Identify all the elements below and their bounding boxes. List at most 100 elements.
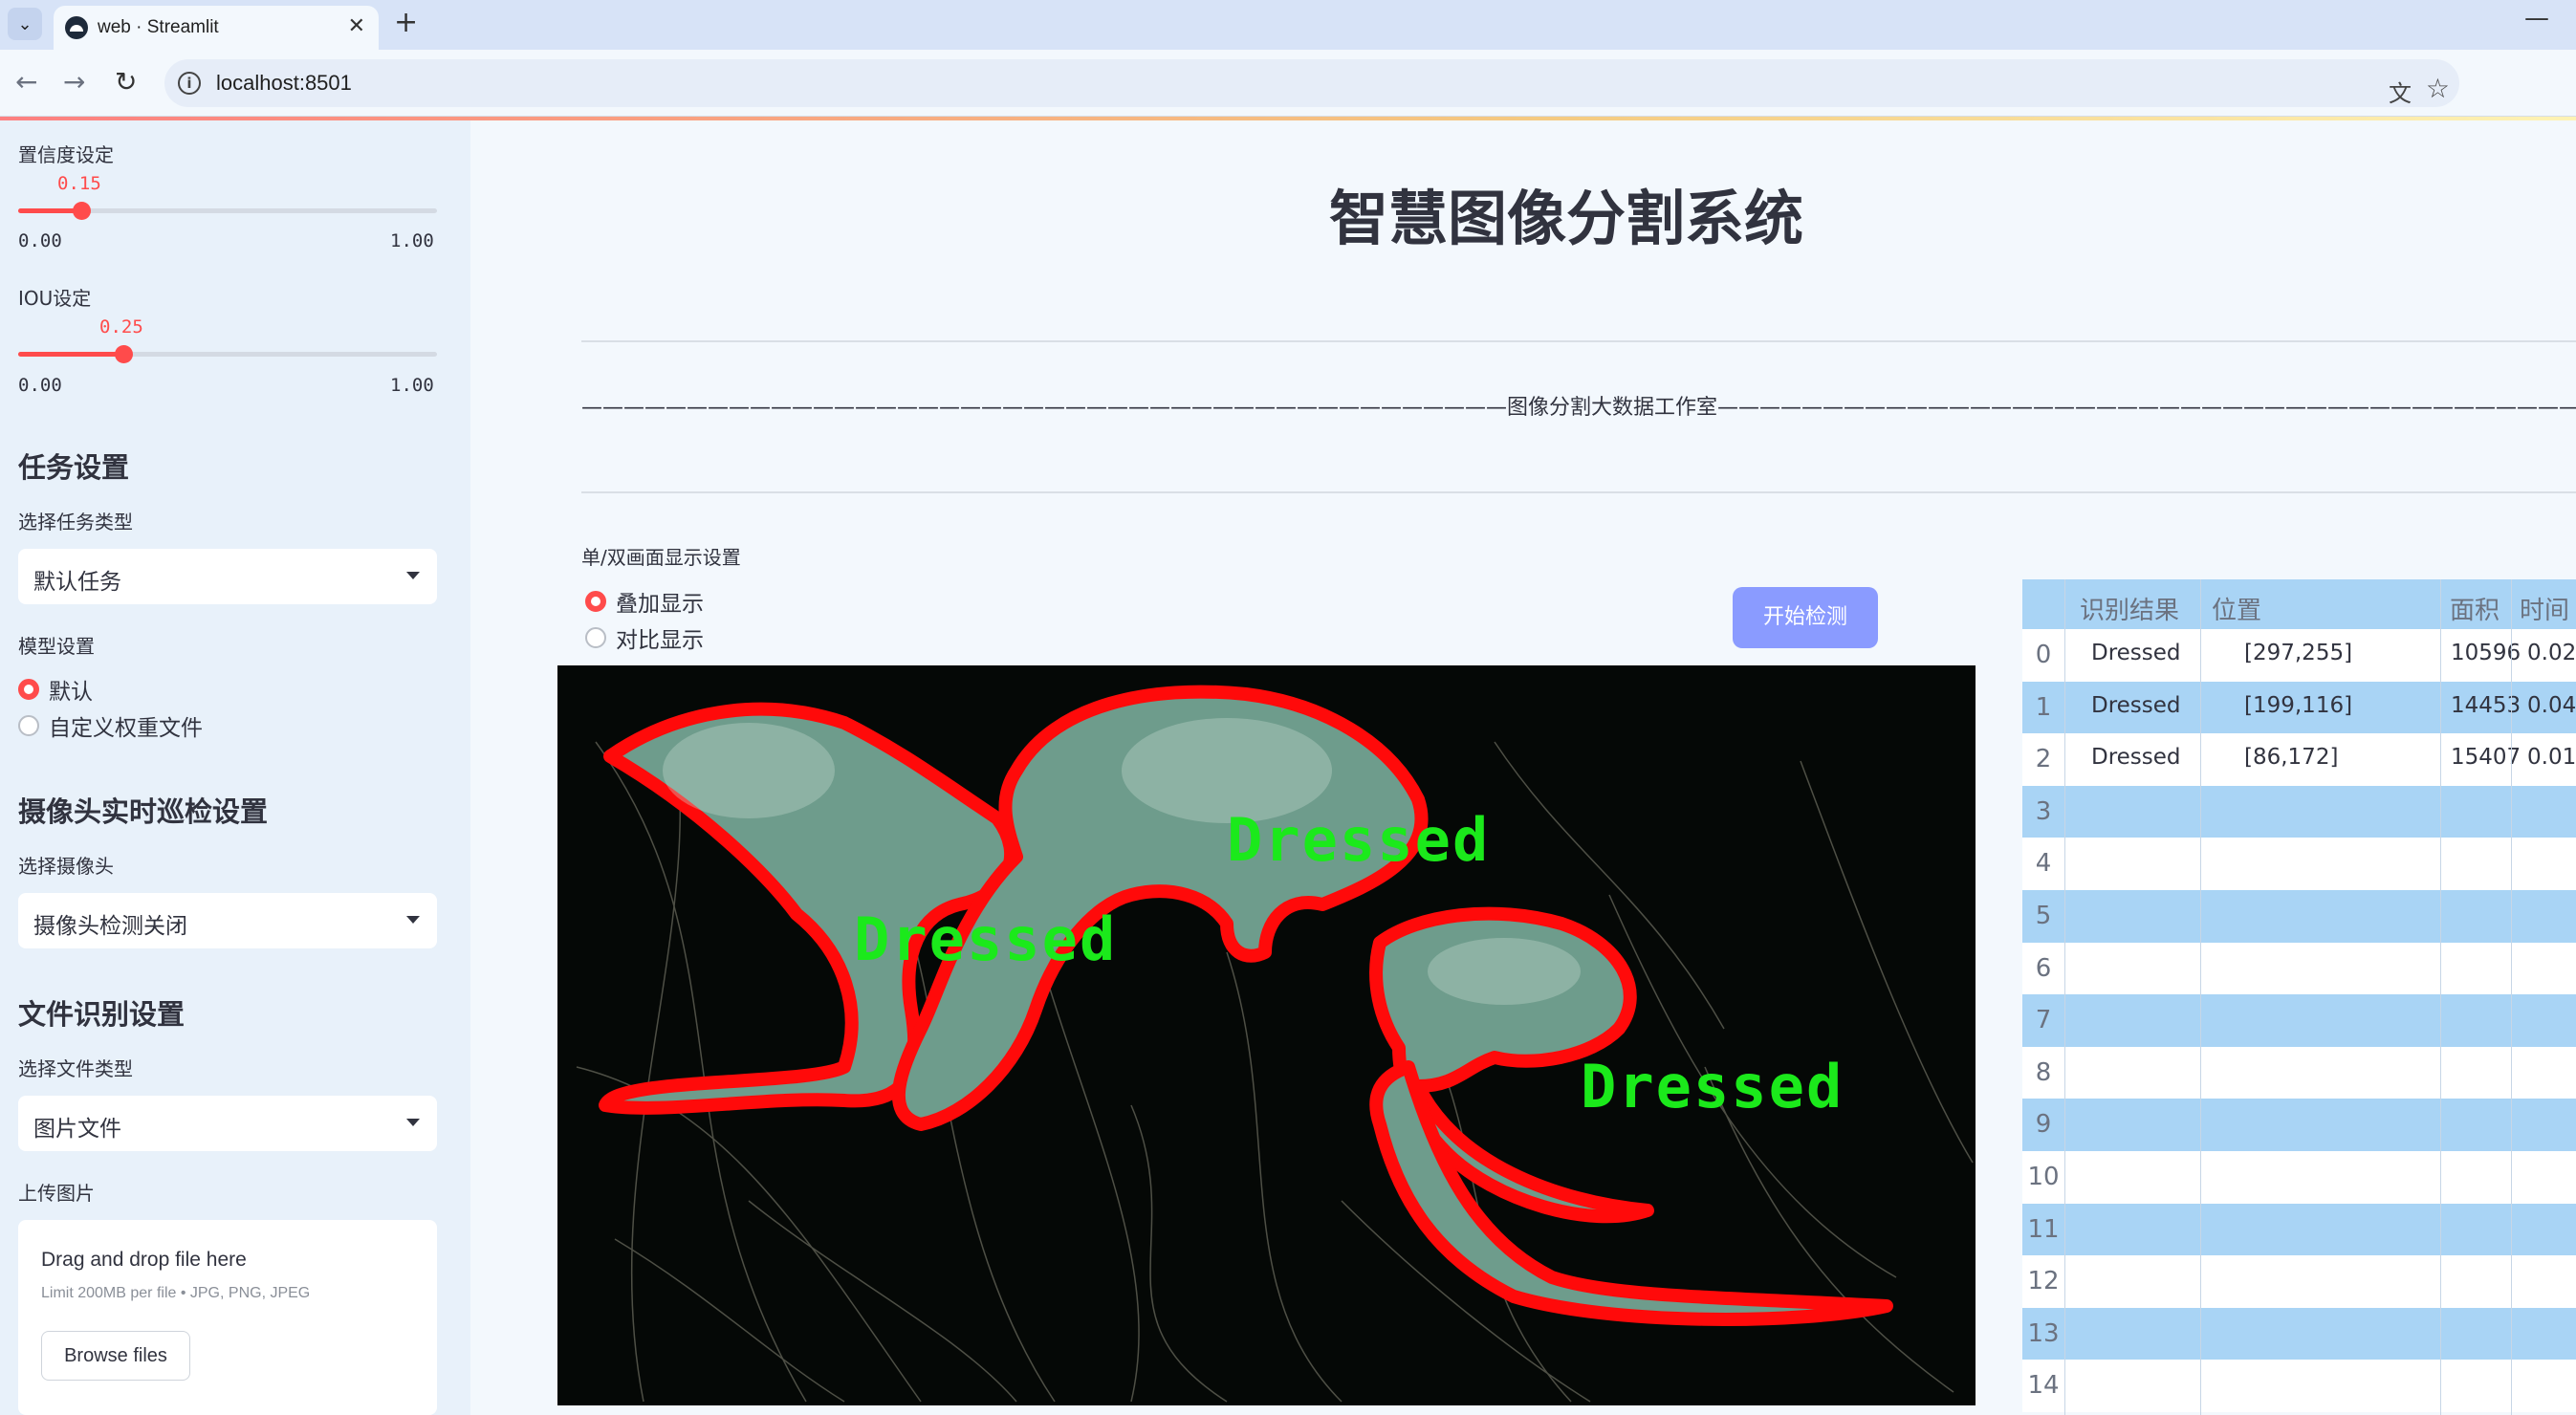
browse-files-button[interactable]: Browse files <box>41 1331 190 1381</box>
table-row[interactable]: 3 <box>2022 785 2576 838</box>
radio-selected-icon[interactable] <box>18 679 39 700</box>
table-row[interactable]: 2 Dressed [86,172] 15407 0.01 <box>2022 733 2576 786</box>
radio-unselected-icon[interactable] <box>585 627 606 648</box>
iou-value: 0.25 <box>99 316 143 337</box>
jellyfish-image <box>576 685 1974 1403</box>
table-row[interactable]: 6 <box>2022 942 2576 995</box>
minimize-window-icon[interactable]: — <box>2524 4 2549 33</box>
confidence-label: 置信度设定 <box>18 143 114 166</box>
detection-label: Dressed <box>1581 1052 1845 1121</box>
radio-unselected-icon[interactable] <box>18 715 39 736</box>
close-tab-icon[interactable]: ✕ <box>348 14 365 38</box>
cell-position: [86,172] <box>2244 745 2339 771</box>
url-field[interactable]: i localhost:8501 ⽂ ☆ <box>164 59 2459 107</box>
results-table[interactable]: 识别结果 位置 面积 时间 0 Dressed [297,255] 10 5 9 6 0.02… <box>2022 579 2576 1415</box>
detection-label: Dressed <box>854 904 1118 974</box>
row-index: 9 <box>2035 1110 2052 1140</box>
detection-label: Dressed <box>1227 805 1491 875</box>
column-divider <box>2200 579 2201 1415</box>
divider <box>581 491 2576 493</box>
iou-min: 0.00 <box>18 375 62 396</box>
new-tab-icon[interactable]: + <box>394 6 418 39</box>
cell-result: Dressed <box>2091 641 2181 665</box>
cell-result: Dressed <box>2091 745 2181 771</box>
row-index: 12 <box>2027 1267 2060 1296</box>
confidence-slider[interactable] <box>18 202 437 220</box>
chevron-down-icon <box>406 916 420 924</box>
iou-max: 1.00 <box>390 375 434 396</box>
browser-tab-bar: ⌄ web · Streamlit ✕ + — <box>0 0 2576 50</box>
model-option-default[interactable]: 默认 <box>18 675 93 705</box>
dropzone-limit: Limit 200MB per file • JPG, PNG, JPEG <box>41 1285 311 1301</box>
confidence-min: 0.00 <box>18 230 62 251</box>
row-index: 1 <box>2035 692 2052 722</box>
page-title: 智慧图像分割系统 <box>1329 184 1804 253</box>
radio-selected-icon[interactable] <box>585 591 606 612</box>
row-index: 13 <box>2027 1318 2060 1348</box>
table-row[interactable]: 4 <box>2022 838 2576 890</box>
model-settings-label: 模型设置 <box>18 635 95 658</box>
tab-search-chevron-icon[interactable]: ⌄ <box>8 8 42 40</box>
row-index: 0 <box>2035 641 2052 669</box>
iou-slider-thumb[interactable] <box>114 345 133 363</box>
chevron-down-icon <box>406 572 420 579</box>
streamlit-favicon-icon <box>65 16 88 39</box>
cell-time: 0.02 <box>2527 641 2576 665</box>
iou-slider[interactable] <box>18 345 437 363</box>
bookmark-star-icon[interactable]: ☆ <box>2426 73 2450 104</box>
site-info-icon[interactable]: i <box>178 72 201 95</box>
studio-banner: ————————————————————————————————————————… <box>581 396 2576 420</box>
back-arrow-icon[interactable]: ← <box>15 66 37 98</box>
segmentation-result-image: Dressed Dressed Dressed <box>557 665 1976 1405</box>
confidence-slider-fill <box>18 208 81 213</box>
start-detection-button[interactable]: 开始检测 <box>1733 587 1878 648</box>
cell-result: Dressed <box>2091 692 2181 718</box>
column-header-position[interactable]: 位置 <box>2212 591 2261 626</box>
table-row[interactable]: 11 <box>2022 1203 2576 1256</box>
row-index: 6 <box>2035 953 2052 983</box>
chevron-down-icon <box>406 1119 420 1126</box>
translate-icon[interactable]: ⽂ <box>2389 75 2412 108</box>
file-dropzone[interactable]: Drag and drop file here Limit 200MB per … <box>18 1220 437 1415</box>
reload-icon[interactable]: ↻ <box>115 66 137 98</box>
table-row[interactable]: 7 <box>2022 994 2576 1047</box>
camera-select[interactable]: 摄像头检测关闭 <box>18 893 437 948</box>
display-option-label: 对比显示 <box>616 628 704 653</box>
browser-tab[interactable]: web · Streamlit ✕ <box>54 6 379 50</box>
dropzone-title: Drag and drop file here <box>41 1249 247 1271</box>
table-row[interactable]: 8 <box>2022 1046 2576 1099</box>
display-option-label: 叠加显示 <box>616 592 704 617</box>
task-type-select[interactable]: 默认任务 <box>18 549 437 604</box>
file-type-select[interactable]: 图片文件 <box>18 1096 437 1151</box>
display-mode-label: 单/双画面显示设置 <box>581 546 741 569</box>
task-type-value: 默认任务 <box>33 570 121 595</box>
task-type-label: 选择任务类型 <box>18 511 133 533</box>
confidence-value: 0.15 <box>57 173 101 194</box>
file-settings-heading: 文件识别设置 <box>18 998 186 1031</box>
upload-label: 上传图片 <box>18 1182 95 1205</box>
column-header-area[interactable]: 面积 <box>2450 591 2500 626</box>
table-row[interactable]: 1 Dressed [199,116] 14453 0.04 <box>2022 681 2576 734</box>
model-option-label: 默认 <box>49 680 93 705</box>
table-row[interactable]: 13 <box>2022 1307 2576 1361</box>
file-type-value: 图片文件 <box>33 1117 121 1142</box>
confidence-slider-thumb[interactable] <box>72 202 91 220</box>
table-row[interactable]: 12 <box>2022 1255 2576 1308</box>
model-option-custom[interactable]: 自定义权重文件 <box>18 711 203 741</box>
cell-position: [297,255] <box>2244 641 2353 665</box>
display-option-overlay[interactable]: 叠加显示 <box>585 587 704 617</box>
model-option-label: 自定义权重文件 <box>49 716 203 741</box>
iou-label: IOU设定 <box>18 287 92 310</box>
display-option-compare[interactable]: 对比显示 <box>585 623 704 653</box>
table-row[interactable]: 9 <box>2022 1099 2576 1151</box>
row-index: 3 <box>2035 796 2052 826</box>
column-header-result[interactable]: 识别结果 <box>2080 591 2179 626</box>
forward-arrow-icon[interactable]: → <box>63 66 85 98</box>
column-header-time[interactable]: 时间 <box>2520 591 2569 626</box>
table-row[interactable]: 14 <box>2022 1360 2576 1412</box>
row-index: 7 <box>2035 1006 2052 1035</box>
table-row[interactable]: 10 <box>2022 1151 2576 1204</box>
table-row[interactable]: 5 <box>2022 890 2576 943</box>
row-index: 4 <box>2035 849 2052 879</box>
table-row[interactable]: 0 Dressed [297,255] 10596 0.02 <box>2022 629 2576 682</box>
